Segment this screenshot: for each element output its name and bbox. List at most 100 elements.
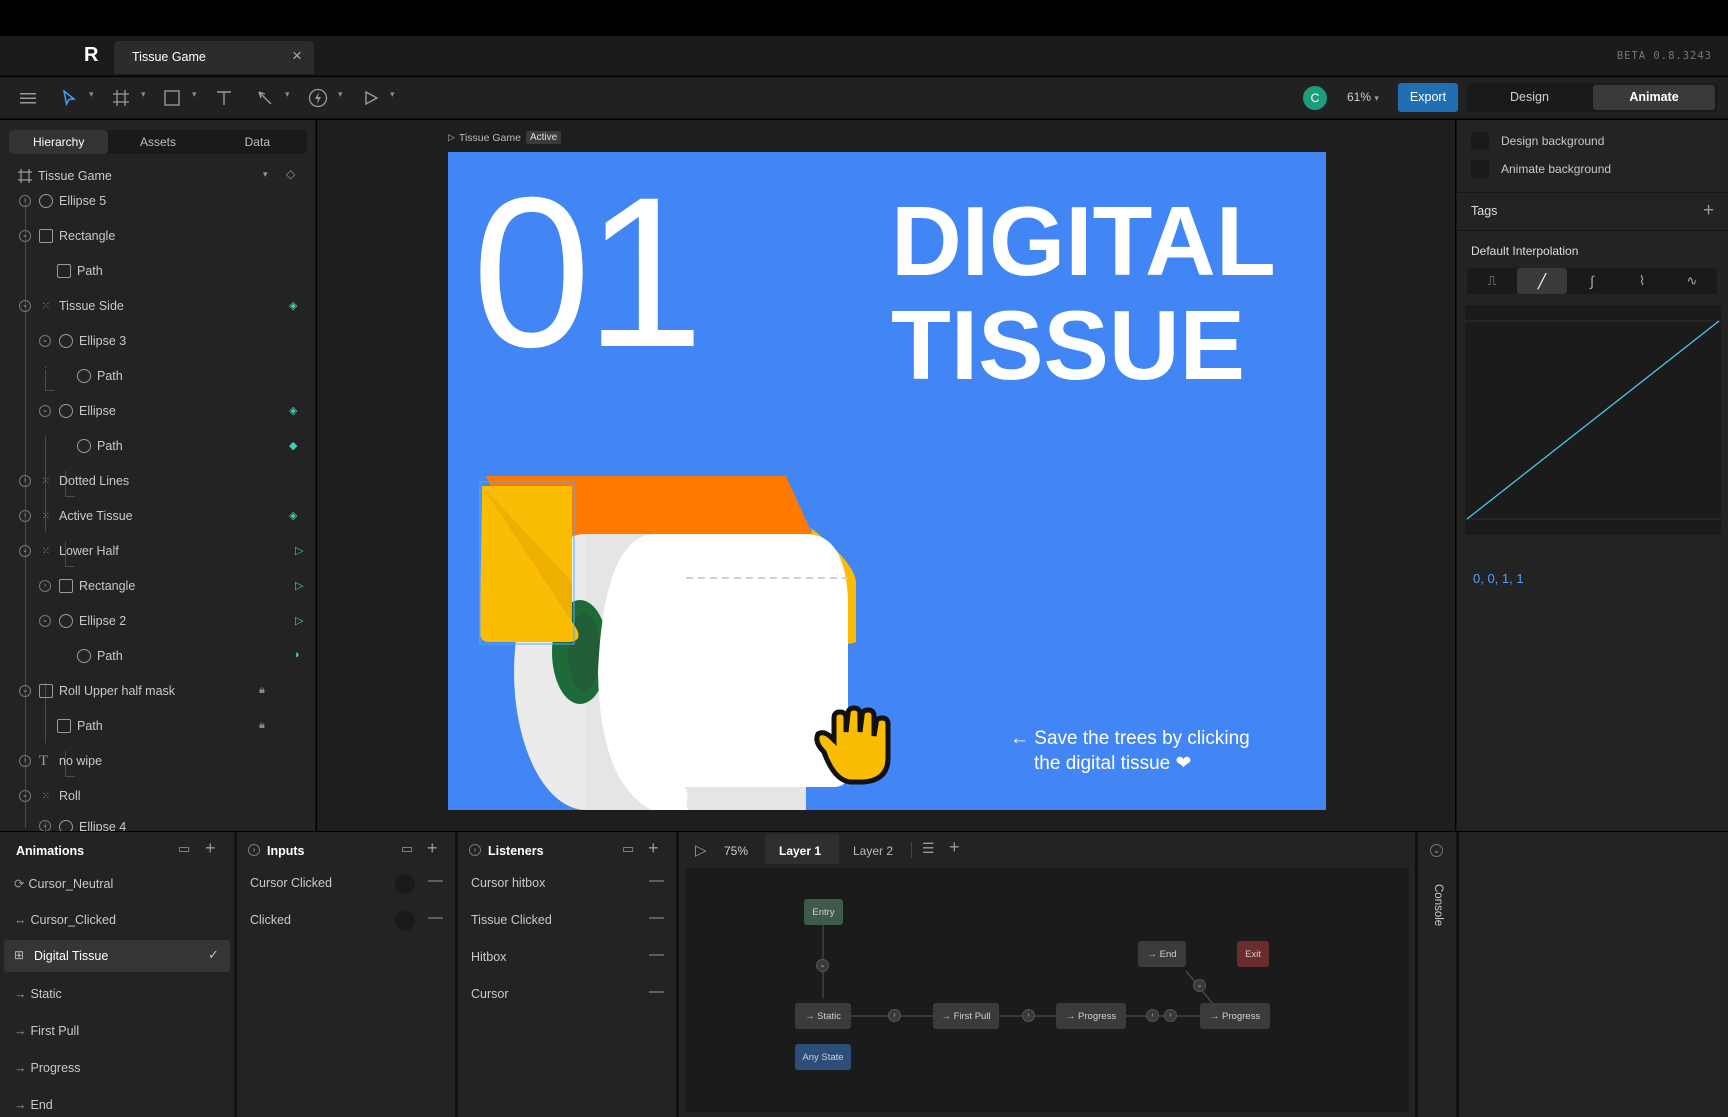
close-icon[interactable]: × — [292, 46, 302, 66]
node-progress-2[interactable]: → Progress — [1200, 1003, 1270, 1029]
chevron-down-icon[interactable]: ▾ — [141, 89, 146, 100]
remove-icon[interactable]: — — [428, 909, 443, 926]
hierarchy-item[interactable]: ⌄ Ellipse 2 — [39, 611, 126, 631]
console-label[interactable]: Console — [1432, 884, 1444, 926]
toilet-paper-illustration[interactable] — [476, 472, 896, 810]
animate-mode-tab[interactable]: Animate — [1593, 85, 1715, 110]
chevron-down-icon[interactable]: ⌄ — [1430, 844, 1443, 857]
hierarchy-item[interactable]: ⌄ ⁙ Lower Half — [19, 541, 119, 561]
listener-item-label[interactable]: Tissue Clicked — [471, 913, 552, 927]
listener-item-label[interactable]: Cursor hitbox — [471, 876, 545, 890]
chevron-right-icon[interactable]: › — [19, 510, 31, 522]
hierarchy-item[interactable]: Path — [57, 716, 103, 736]
custom-interp-icon[interactable]: ⌇ — [1617, 268, 1667, 294]
interpolation-values[interactable]: 0, 0, 1, 1 — [1473, 571, 1524, 586]
tag-icon[interactable]: ◇ — [286, 167, 295, 181]
hierarchy-root[interactable]: Tissue Game — [18, 166, 112, 186]
keyframe-icon[interactable]: ◗ — [294, 649, 301, 661]
hierarchy-item[interactable]: ⌄ Roll Upper half mask — [19, 681, 175, 701]
chevron-down-icon[interactable]: ▾ — [263, 169, 268, 180]
listener-item-label[interactable]: Hitbox — [471, 950, 506, 964]
hierarchy-item[interactable]: › Tno wipe — [19, 751, 102, 771]
chevron-down-icon[interactable]: ⌄ — [19, 685, 31, 697]
hierarchy-item[interactable]: › Rectangle — [39, 576, 135, 596]
animation-item[interactable]: ⟳ Cursor_Neutral — [14, 876, 113, 891]
tab-hierarchy[interactable]: Hierarchy — [9, 130, 109, 154]
animation-item-selected[interactable]: ⊞ Digital Tissue ✓ — [4, 940, 230, 972]
hierarchy-item[interactable]: ⌄ Rectangle — [19, 226, 115, 246]
graph-zoom[interactable]: 75% — [724, 844, 748, 858]
hierarchy-item[interactable]: Path — [77, 436, 123, 456]
tab-layer-2[interactable]: Layer 2 — [853, 844, 893, 858]
animation-item[interactable]: → Progress — [14, 1061, 81, 1075]
chevron-down-icon[interactable]: ⌄ — [19, 300, 31, 312]
chevron-down-icon[interactable]: ⌄ — [39, 405, 51, 417]
text-tool-icon[interactable] — [211, 85, 237, 111]
chevron-down-icon[interactable]: ▾ — [285, 89, 290, 100]
play-icon[interactable]: ▷ — [695, 841, 707, 859]
folder-icon[interactable]: ▭ — [401, 841, 413, 857]
hierarchy-item[interactable]: Path — [57, 261, 103, 281]
pen-tool-icon[interactable] — [252, 85, 278, 111]
keyframe-icon[interactable]: ▷ — [295, 544, 303, 557]
chevron-down-icon[interactable]: ⌄ — [39, 335, 51, 347]
transition-connector[interactable]: › — [1022, 1009, 1035, 1022]
elastic-interp-icon[interactable]: ∿ — [1667, 268, 1717, 294]
transition-connector[interactable]: ⌄ — [1193, 979, 1206, 992]
color-swatch[interactable] — [1471, 132, 1489, 150]
transition-connector[interactable]: › — [1164, 1009, 1177, 1022]
chevron-down-icon[interactable]: ⌄ — [19, 790, 31, 802]
artboard-label[interactable]: ▷ Tissue Game Active — [448, 131, 562, 144]
cubic-interp-icon[interactable]: ∫ — [1567, 268, 1617, 294]
graph-canvas[interactable]: Entry ⌄ → Static › → First Pull › → Prog… — [686, 868, 1409, 1112]
design-background-row[interactable]: Design background — [1471, 132, 1604, 150]
chevron-down-icon[interactable]: ⌄ — [19, 545, 31, 557]
frame-tool-icon[interactable] — [108, 85, 134, 111]
chevron-right-icon[interactable]: › — [248, 844, 260, 856]
hierarchy-item[interactable]: › Ellipse 5 — [19, 191, 106, 211]
lock-icon[interactable]: 🔒︎ — [259, 684, 265, 697]
input-item-label[interactable]: Cursor Clicked — [250, 876, 332, 890]
keyframe-icon[interactable]: ▷ — [295, 614, 303, 627]
chevron-down-icon[interactable]: ▾ — [390, 89, 395, 100]
remove-icon[interactable]: — — [428, 872, 443, 889]
node-static[interactable]: → Static — [795, 1003, 851, 1029]
transition-connector[interactable]: ‹ — [1146, 1009, 1159, 1022]
add-animation-icon[interactable]: + — [205, 838, 216, 859]
hierarchy-item[interactable]: ⌄ Ellipse 4 — [39, 820, 126, 831]
bool-input-toggle[interactable] — [395, 911, 415, 931]
chevron-right-icon[interactable]: › — [19, 195, 31, 207]
hold-interp-icon[interactable]: ⎍ — [1467, 268, 1517, 294]
zoom-dropdown[interactable]: 61% ▾ — [1347, 90, 1379, 104]
remove-icon[interactable]: — — [649, 909, 664, 926]
node-entry[interactable]: Entry — [804, 899, 843, 925]
node-end[interactable]: → End — [1138, 941, 1186, 967]
hierarchy-item[interactable]: ⌄ ⁙ Roll — [19, 786, 81, 806]
folder-icon[interactable]: ▭ — [622, 841, 634, 857]
bool-input-toggle[interactable] — [395, 874, 415, 894]
interpolation-curve-graph[interactable] — [1465, 305, 1721, 535]
animation-item[interactable]: → Static — [14, 987, 62, 1001]
keyframe-icon[interactable]: ◈ — [289, 404, 297, 417]
hierarchy-item[interactable]: › ⁙ Dotted Lines — [19, 471, 129, 491]
chevron-down-icon[interactable]: ⌄ — [19, 230, 31, 242]
tab-layer-1[interactable]: Layer 1 — [765, 834, 839, 864]
animation-item[interactable]: ↔ Cursor_Clicked — [14, 913, 116, 927]
hierarchy-item[interactable]: Path — [77, 366, 123, 386]
animation-item[interactable]: → End — [14, 1098, 53, 1112]
node-exit[interactable]: Exit — [1237, 941, 1269, 967]
color-swatch[interactable] — [1471, 160, 1489, 178]
keyframe-icon[interactable]: ◈ — [289, 509, 297, 522]
design-mode-tab[interactable]: Design — [1467, 83, 1592, 112]
list-icon[interactable]: ☰ — [922, 840, 935, 857]
add-input-icon[interactable]: + — [427, 838, 438, 859]
chevron-down-icon[interactable]: ▾ — [192, 89, 197, 100]
remove-icon[interactable]: — — [649, 946, 664, 963]
animate-background-row[interactable]: Animate background — [1471, 160, 1611, 178]
chevron-down-icon[interactable]: ⌄ — [39, 820, 51, 831]
node-any-state[interactable]: Any State — [795, 1044, 851, 1070]
animation-item[interactable]: → First Pull — [14, 1024, 79, 1038]
shape-tool-icon[interactable] — [159, 85, 185, 111]
chevron-right-icon[interactable]: › — [469, 844, 481, 856]
node-first-pull[interactable]: → First Pull — [933, 1003, 999, 1029]
